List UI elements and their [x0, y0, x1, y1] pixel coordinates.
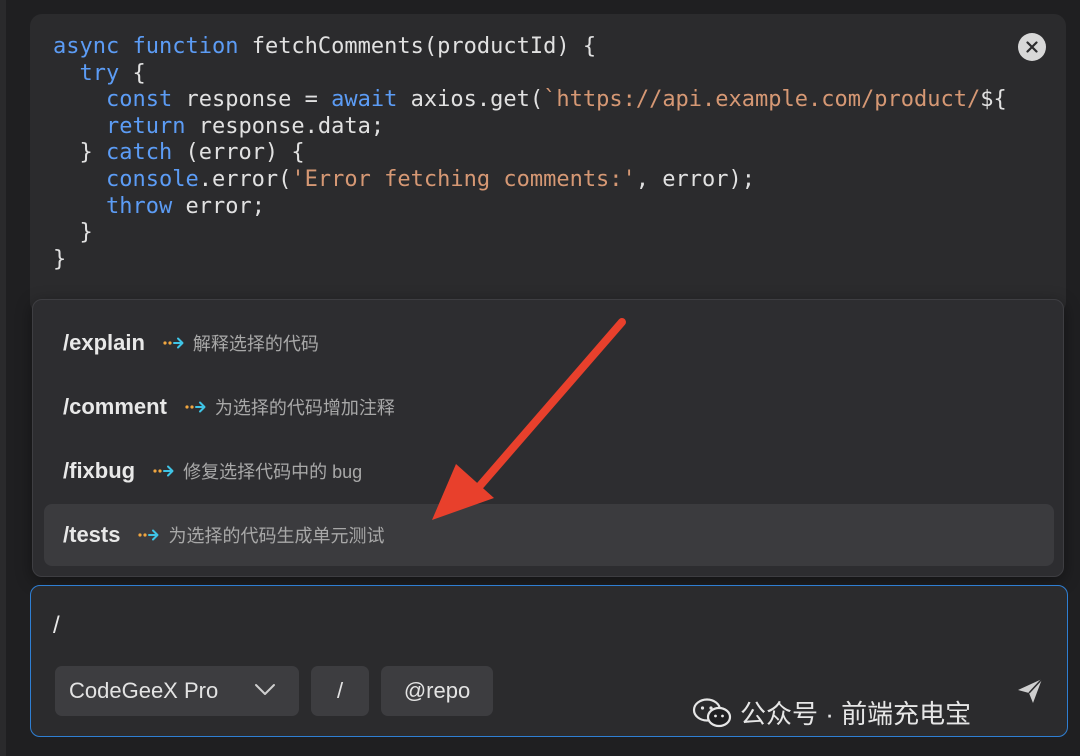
- menu-item-tests[interactable]: /tests 为选择的代码生成单元测试: [44, 504, 1054, 566]
- code-token: response.data;: [185, 113, 385, 139]
- send-button[interactable]: [1014, 676, 1046, 711]
- repo-button[interactable]: @repo: [381, 666, 493, 716]
- chat-input[interactable]: /: [53, 612, 60, 640]
- model-label: CodeGeeX Pro: [69, 678, 219, 703]
- menu-item-name: /explain: [63, 330, 145, 355]
- code-token: throw: [105, 193, 173, 219]
- chevron-down-icon: [255, 684, 275, 695]
- code-token: const: [105, 87, 173, 113]
- menu-item-desc: 解释选择的代码: [192, 334, 319, 354]
- code-token: error;: [172, 193, 265, 219]
- code-token: async: [53, 34, 120, 59]
- code-token: }: [53, 246, 67, 272]
- code-token: fetchComments(productId) {: [238, 34, 597, 59]
- wechat-icon: [692, 697, 732, 727]
- code-token: {: [119, 60, 146, 86]
- code-token: console: [105, 166, 199, 192]
- code-token: , error);: [635, 166, 756, 192]
- code-block: async function fetchComments(productId) …: [53, 34, 1007, 273]
- dotted-arrow-icon: [138, 528, 160, 542]
- dotted-arrow-icon: [185, 400, 207, 414]
- code-token: try: [79, 60, 120, 86]
- left-edge: [0, 0, 6, 756]
- dotted-arrow-icon: [163, 336, 185, 350]
- slash-label: /: [336, 678, 344, 703]
- close-icon: [1026, 41, 1038, 53]
- code-token: return: [105, 113, 186, 139]
- code-token: 'Error fetching comments:': [291, 166, 636, 192]
- repo-label: @repo: [403, 678, 471, 703]
- code-panel: async function fetchComments(productId) …: [30, 14, 1066, 314]
- close-button[interactable]: [1018, 33, 1046, 61]
- menu-item-name: /tests: [63, 522, 121, 547]
- code-token: }: [53, 140, 106, 166]
- code-token: catch: [105, 140, 173, 166]
- page: async function fetchComments(productId) …: [0, 0, 1080, 756]
- menu-item-desc: 修复选择代码中的 bug: [183, 462, 363, 482]
- code-token: (error) {: [172, 140, 305, 166]
- menu-item-name: /comment: [63, 394, 167, 419]
- menu-item-comment[interactable]: /comment 为选择的代码增加注释: [44, 376, 1054, 438]
- code-token: axios.get(: [397, 87, 544, 113]
- code-token: `https://api.example.com/product/: [543, 87, 981, 113]
- menu-item-name: /fixbug: [63, 458, 136, 483]
- send-icon: [1018, 678, 1043, 703]
- code-token: ${: [980, 87, 1007, 113]
- dotted-arrow-icon: [153, 464, 175, 478]
- code-token: function: [132, 34, 239, 59]
- menu-item-fixbug[interactable]: /fixbug 修复选择代码中的 bug: [44, 440, 1054, 502]
- slash-command-button[interactable]: /: [311, 666, 369, 716]
- watermark: 公众号 · 前端充电宝: [692, 694, 971, 731]
- command-menu: /explain 解释选择的代码 /comment 为选择的代码增加注释 /fi…: [32, 299, 1064, 577]
- watermark-text: 公众号 · 前端充电宝: [740, 699, 972, 729]
- code-token: response =: [172, 87, 332, 113]
- menu-item-explain[interactable]: /explain 解释选择的代码: [44, 312, 1054, 374]
- code-token: }: [53, 220, 93, 246]
- code-token: .error(: [198, 166, 292, 192]
- model-selector[interactable]: CodeGeeX Pro: [55, 666, 299, 716]
- code-token: await: [331, 87, 398, 113]
- menu-item-desc: 为选择的代码增加注释: [214, 398, 395, 418]
- menu-item-desc: 为选择的代码生成单元测试: [168, 526, 385, 546]
